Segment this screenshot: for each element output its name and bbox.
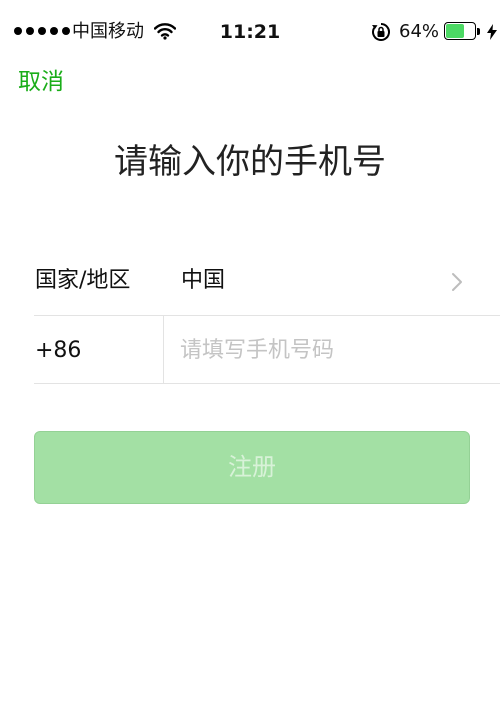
phone-form: 国家/地区 中国 +86 — [34, 248, 500, 384]
register-phone-screen: 中国移动 11:21 64% 取消 请输入你的手机号 国家/地区 中国 +86 … — [0, 0, 500, 724]
battery-level-fill — [446, 24, 464, 38]
vertical-divider — [163, 316, 164, 383]
register-button[interactable]: 注册 — [34, 431, 470, 504]
charging-icon — [487, 24, 497, 40]
battery-percent: 64% — [399, 21, 440, 42]
country-region-label: 国家/地区 — [35, 268, 131, 293]
country-region-selector[interactable]: 国家/地区 中国 — [34, 248, 500, 316]
page-title: 请输入你的手机号 — [114, 142, 386, 182]
status-bar: 中国移动 11:21 64% — [0, 0, 500, 64]
phone-number-input[interactable] — [180, 334, 490, 366]
phone-number-row: +86 — [34, 316, 500, 384]
chevron-right-icon — [452, 273, 462, 291]
cancel-button[interactable]: 取消 — [18, 67, 64, 97]
register-button-label: 注册 — [228, 453, 276, 481]
country-value: 中国 — [181, 268, 226, 293]
country-code[interactable]: +86 — [35, 336, 81, 366]
battery-icon — [444, 22, 482, 42]
rotation-lock-icon — [372, 23, 390, 41]
battery-nub — [477, 28, 480, 35]
